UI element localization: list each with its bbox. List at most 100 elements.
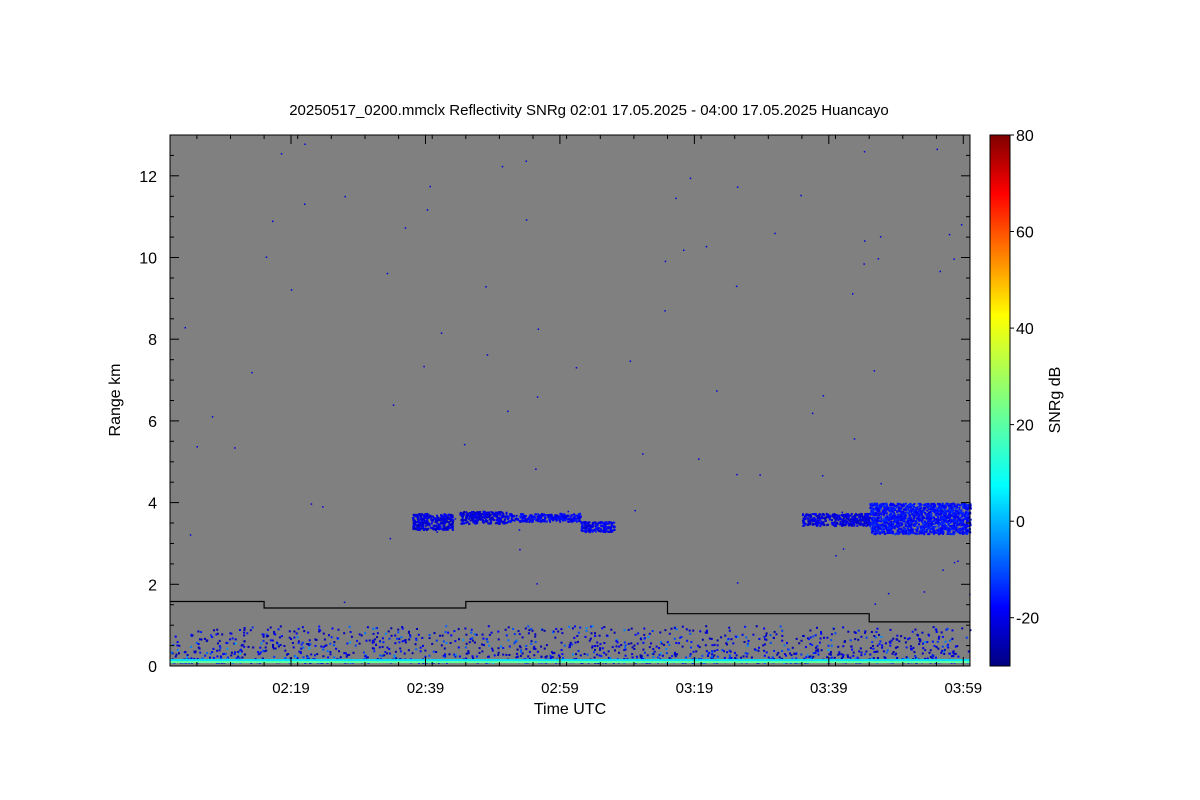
clutter-cell: [864, 631, 866, 634]
clutter-cell: [830, 656, 833, 659]
clutter-cell: [689, 653, 692, 656]
cloud-cell: [901, 529, 904, 532]
clutter-cell: [218, 639, 221, 642]
clutter-cell: [251, 626, 254, 629]
cloud-cell: [923, 533, 926, 536]
cloud-cell: [900, 524, 902, 527]
cloud-cell: [967, 507, 970, 510]
cloud-cell: [915, 514, 918, 517]
clutter-cell: [348, 625, 351, 628]
clutter-cell: [399, 647, 402, 650]
clutter-cell: [701, 654, 704, 657]
clutter-cell: [243, 634, 246, 637]
cloud-cell: [476, 513, 479, 515]
clutter-cell: [409, 635, 412, 638]
cloud-cell: [960, 509, 963, 512]
clutter-cell: [668, 657, 671, 659]
clutter-cell: [328, 634, 330, 637]
cloud-cell: [916, 511, 919, 514]
clutter-cell: [929, 649, 932, 652]
clutter-cell: [527, 632, 530, 635]
cloud-cell: [907, 516, 910, 519]
clutter-cell: [840, 653, 843, 656]
clutter-cell: [314, 638, 317, 641]
clutter-cell: [708, 652, 711, 654]
clutter-cell: [924, 649, 927, 652]
noise-speck: [272, 220, 274, 223]
clutter-cell: [710, 637, 713, 640]
clutter-cell: [883, 656, 886, 659]
clutter-cell: [945, 628, 948, 631]
cloud-cell: [421, 518, 424, 521]
clutter-cell: [186, 656, 188, 659]
cloud-cell: [940, 509, 943, 512]
cloud-cell: [613, 529, 616, 531]
clutter-cell: [204, 637, 206, 640]
clutter-cell: [692, 629, 695, 632]
clutter-cell: [805, 646, 807, 649]
cloud-cell: [963, 503, 966, 505]
clutter-cell: [316, 653, 319, 656]
clutter-cell: [408, 638, 411, 641]
clutter-cell: [843, 640, 846, 643]
clutter-cell: [889, 644, 892, 647]
clutter-cell: [500, 645, 502, 648]
clutter-cell: [674, 651, 676, 654]
clutter-cell: [287, 653, 290, 655]
cloud-cell: [467, 512, 470, 515]
clutter-cell: [508, 645, 511, 648]
y-tick-label: 10: [139, 251, 157, 268]
clutter-cell: [552, 630, 555, 633]
cloud-cell: [917, 508, 920, 511]
clutter-cell: [379, 640, 381, 643]
cloud-cell: [589, 529, 592, 532]
clutter-cell: [834, 632, 837, 635]
colorbar-tick-label: 20: [1016, 418, 1034, 435]
clutter-cell: [530, 640, 533, 643]
clutter-cell: [937, 647, 940, 650]
noise-speck: [519, 548, 521, 551]
cloud-cell: [967, 530, 970, 533]
cloud-cell: [460, 519, 463, 522]
cloud-cell: [608, 521, 611, 523]
cloud-cell: [965, 508, 968, 511]
cloud-cell: [603, 530, 606, 533]
cloud-cell: [919, 527, 922, 530]
clutter-cell: [574, 641, 577, 644]
clutter-cell: [640, 655, 643, 658]
clutter-cell: [746, 642, 749, 645]
cloud-cell: [543, 520, 546, 523]
noise-speck: [211, 416, 214, 418]
cloud-cell: [413, 519, 416, 522]
colorbar-tick-label: 40: [1016, 321, 1034, 338]
clutter-cell: [928, 651, 931, 654]
cloud-cell: [904, 507, 907, 510]
clutter-cell: [441, 634, 444, 637]
clutter-cell: [923, 641, 926, 644]
cloud-cell: [892, 521, 895, 524]
cloud-cell: [894, 519, 897, 521]
clutter-cell: [857, 629, 860, 632]
cloud-cell: [465, 511, 468, 514]
cloud-cell: [510, 513, 513, 516]
cloud-cell: [824, 519, 827, 522]
cloud-cell: [897, 532, 899, 535]
clutter-cell: [563, 644, 566, 647]
cloud-cell: [604, 525, 607, 528]
clutter-cell: [322, 655, 325, 658]
cloud-cell: [850, 513, 853, 515]
clutter-cell: [905, 646, 908, 649]
clutter-cell: [178, 652, 180, 655]
noise-speck: [905, 530, 907, 532]
cloud-cell: [526, 518, 529, 521]
cloud-cell: [902, 526, 905, 529]
cloud-cell: [951, 525, 954, 528]
cloud-cell: [422, 515, 425, 518]
cloud-cell: [932, 527, 935, 530]
clutter-cell: [524, 627, 527, 630]
cloud-cell: [945, 510, 948, 513]
clutter-cell: [951, 629, 954, 632]
cloud-cell: [443, 526, 446, 529]
cloud-cell: [601, 522, 604, 525]
clutter-cell: [735, 654, 738, 657]
